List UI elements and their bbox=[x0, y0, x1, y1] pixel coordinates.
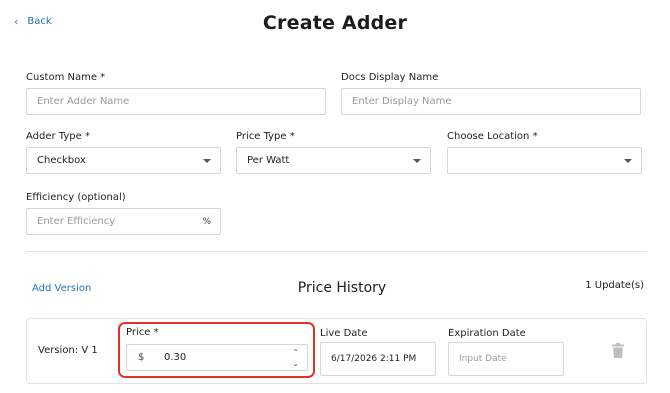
updates-count: 1 Update(s) bbox=[585, 280, 644, 291]
custom-name-label: Custom Name * bbox=[26, 72, 106, 83]
efficiency-label: Efficiency (optional) bbox=[26, 192, 126, 203]
adder-type-label: Adder Type * bbox=[26, 131, 90, 142]
docs-display-name-label: Docs Display Name bbox=[341, 72, 439, 83]
caret-down-icon bbox=[624, 159, 632, 163]
adder-type-select[interactable]: Checkbox bbox=[26, 147, 221, 174]
expiration-date-input[interactable]: Input Date bbox=[448, 342, 564, 376]
price-history-title: Price History bbox=[297, 280, 387, 296]
expiration-date-label: Expiration Date bbox=[448, 328, 526, 339]
price-value: 0.30 bbox=[164, 352, 187, 363]
section-divider bbox=[26, 251, 647, 252]
live-date-value: 6/17/2026 2:11 PM bbox=[331, 354, 417, 364]
choose-location-label: Choose Location * bbox=[447, 131, 538, 142]
live-date-input[interactable]: 6/17/2026 2:11 PM bbox=[320, 342, 436, 376]
choose-location-select[interactable] bbox=[447, 147, 642, 174]
efficiency-placeholder: Enter Efficiency bbox=[37, 216, 116, 227]
stepper-down-icon[interactable]: ⌄ bbox=[292, 359, 299, 368]
price-label: Price * bbox=[126, 327, 159, 338]
price-type-label: Price Type * bbox=[236, 131, 295, 142]
version-label: Version: V 1 bbox=[38, 345, 98, 356]
stepper-arrows-icon[interactable]: ⌃ ⌄ bbox=[292, 348, 299, 368]
custom-name-placeholder: Enter Adder Name bbox=[37, 96, 130, 107]
live-date-label: Live Date bbox=[320, 328, 368, 339]
caret-down-icon bbox=[413, 159, 421, 163]
price-input[interactable]: $ 0.30 ⌃ ⌄ bbox=[126, 344, 308, 371]
currency-symbol: $ bbox=[138, 352, 145, 363]
custom-name-input[interactable]: Enter Adder Name bbox=[26, 88, 326, 115]
price-type-value: Per Watt bbox=[247, 155, 290, 166]
trash-icon[interactable] bbox=[612, 343, 624, 358]
docs-display-name-input[interactable]: Enter Display Name bbox=[341, 88, 641, 115]
adder-type-value: Checkbox bbox=[37, 155, 86, 166]
page-title: Create Adder bbox=[262, 12, 408, 34]
price-type-select[interactable]: Per Watt bbox=[236, 147, 431, 174]
percent-suffix: % bbox=[202, 216, 211, 227]
expiration-date-placeholder: Input Date bbox=[459, 354, 507, 364]
efficiency-input[interactable]: Enter Efficiency % bbox=[26, 208, 221, 235]
docs-display-name-placeholder: Enter Display Name bbox=[352, 96, 452, 107]
caret-down-icon bbox=[203, 159, 211, 163]
stepper-up-icon[interactable]: ⌃ bbox=[292, 348, 299, 357]
